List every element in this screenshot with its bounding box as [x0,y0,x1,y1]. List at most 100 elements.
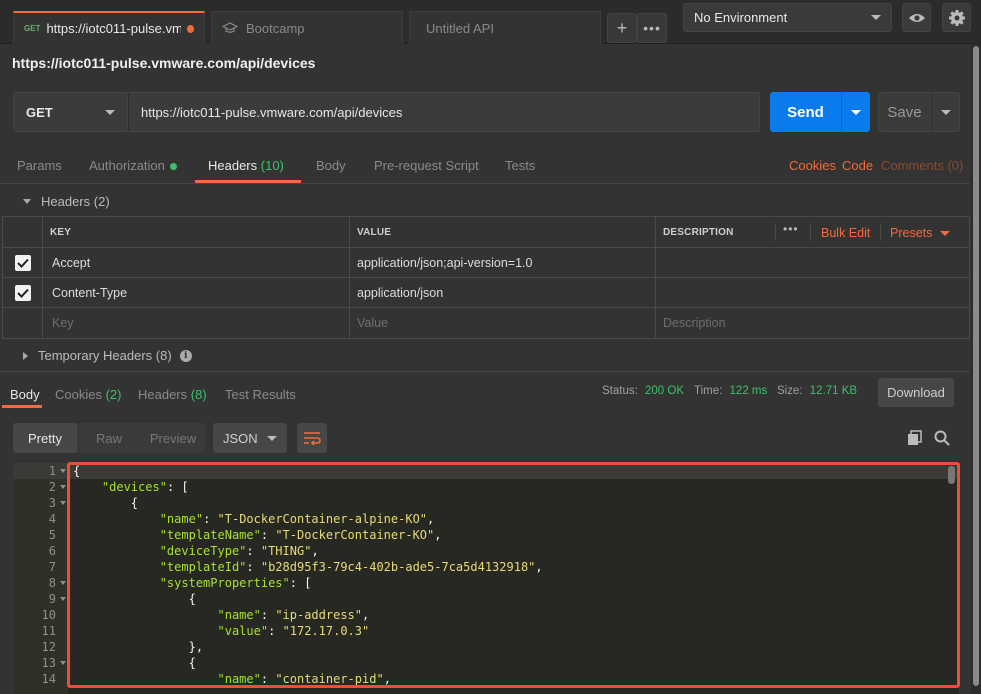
fold-toggle-icon[interactable] [60,501,66,505]
status-label: Status: 200 OK [602,385,684,397]
save-button[interactable]: Save [878,92,931,132]
view-raw-button[interactable]: Raw [77,423,141,453]
http-method-select[interactable]: GET [13,92,128,132]
wrap-lines-button[interactable] [297,423,327,453]
header-description-cell[interactable] [656,248,969,277]
line-number: 11 [41,624,56,638]
view-preview-button[interactable]: Preview [141,423,205,453]
response-tab-test-results[interactable]: Test Results [225,387,296,402]
header-key-cell[interactable]: Accept [43,248,350,277]
line-text: { [73,656,196,670]
comments-link[interactable]: Comments (0) [881,158,963,173]
editor-scrollbar[interactable] [948,466,955,484]
code-line: 2 "devices": [ [13,479,959,495]
chevron-down-icon [267,435,277,441]
tab-headers[interactable]: Headers (10) [208,158,284,173]
bulk-edit-link[interactable]: Bulk Edit [821,226,870,240]
line-number: 8 [48,576,56,590]
tab-options-button[interactable]: ••• [637,13,667,43]
headers-table-head: KEY VALUE DESCRIPTION ••• Bulk Edit Pres… [3,217,969,248]
response-tab-body[interactable]: Body [10,387,40,402]
temporary-headers-title: Temporary Headers [38,348,153,363]
send-button[interactable]: Send [770,92,841,132]
code-lines: 1{2 "devices": [3 {4 "name": "T-DockerCo… [13,463,959,694]
auth-set-indicator [169,163,177,171]
response-tab-cookies-label: Cookies [55,387,102,402]
environment-quick-look-button[interactable] [902,3,931,32]
line-text: { [73,592,196,606]
tab-tests[interactable]: Tests [505,158,535,173]
unsaved-changes-dot [186,24,194,33]
response-tab-headers[interactable]: Headers (8) [138,387,207,402]
header-enabled-checkbox[interactable] [14,254,31,271]
code-line: 12 }, [13,639,959,655]
tab-untitled-api[interactable]: Untitled API [409,11,601,44]
line-number: 12 [41,640,56,654]
manage-environments-button[interactable] [942,3,971,32]
fold-toggle-icon[interactable] [60,661,66,665]
fold-toggle-icon[interactable] [60,469,66,473]
code-line: 5 "templateName": "T-DockerContainer-KO"… [13,527,959,543]
new-tab-button[interactable]: + [607,13,637,43]
code-link[interactable]: Code [842,158,873,173]
line-text: { [73,496,139,510]
format-select[interactable]: JSON [213,423,287,453]
http-method-label: GET [26,104,53,120]
code-line: 14 "name": "container-pid", [13,671,959,687]
new-description-input[interactable]: Description [656,308,969,338]
headers-section-toggle[interactable]: Headers (2) [23,194,110,209]
status-value: 200 OK [645,385,685,397]
more-horizontal-icon[interactable]: ••• [783,222,799,236]
tab-label: Bootcamp [246,20,305,36]
header-key-cell[interactable]: Content-Type [43,278,350,307]
copy-icon[interactable] [907,430,923,449]
environment-select-label: No Environment [694,10,788,25]
new-key-input[interactable]: Key [43,308,350,338]
presets-dropdown[interactable]: Presets [890,226,951,240]
line-number: 6 [48,544,56,558]
tab-pre-request-script[interactable]: Pre-request Script [374,158,479,173]
environment-select[interactable]: No Environment [683,3,892,32]
tab-params[interactable]: Params [17,158,62,173]
fold-toggle-icon[interactable] [60,485,66,489]
table-row-new: Key Value Description [3,308,969,338]
column-key: KEY [43,217,350,247]
url-input[interactable] [128,92,760,132]
save-options-button[interactable] [931,92,960,132]
header-enabled-checkbox[interactable] [14,284,31,301]
tab-bootcamp[interactable]: Bootcamp [211,11,403,44]
tab-authorization[interactable]: Authorization [89,158,177,173]
line-number: 10 [41,608,56,622]
fold-toggle-icon[interactable] [60,581,66,585]
size-label-text: Size: [777,385,803,397]
header-value-cell[interactable]: application/json [350,278,656,307]
tab-label: Untitled API [426,20,494,36]
response-active-tab-indicator [2,405,42,408]
send-options-button[interactable] [841,92,870,132]
header-value-cell[interactable]: application/json;api-version=1.0 [350,248,656,277]
tab-request-active[interactable]: GET https://iotc011-pulse.vmwa [13,11,205,44]
fold-toggle-icon[interactable] [60,597,66,601]
format-select-label: JSON [223,430,258,446]
tab-headers-label: Headers [208,158,258,173]
search-icon[interactable] [934,430,950,449]
response-tab-cookies[interactable]: Cookies (2) [55,387,121,402]
header-description-cell[interactable] [656,278,969,307]
tab-body[interactable]: Body [316,158,346,173]
code-line: 8 "systemProperties": [ [13,575,959,591]
cookies-link[interactable]: Cookies [789,158,836,173]
info-icon[interactable]: i [179,349,192,362]
window-scrollbar-thumb[interactable] [973,46,979,686]
request-title[interactable]: https://iotc011-pulse.vmware.com/api/dev… [12,55,315,71]
code-line: 7 "templateId": "b28d95f3-79c4-402b-ade5… [13,559,959,575]
chevron-down-icon [940,109,951,115]
new-value-input[interactable]: Value [350,308,656,338]
temporary-headers-toggle[interactable]: Temporary Headers (8) i [23,348,192,363]
download-button[interactable]: Download [878,378,954,407]
line-text: "name": "container-pid", [217,672,391,686]
headers-table: KEY VALUE DESCRIPTION ••• Bulk Edit Pres… [2,216,970,339]
line-text: "templateName": "T-DockerContainer-KO", [159,528,442,542]
line-number: 7 [48,560,56,574]
view-pretty-button[interactable]: Pretty [13,423,77,453]
response-tab-headers-label: Headers [138,387,188,402]
